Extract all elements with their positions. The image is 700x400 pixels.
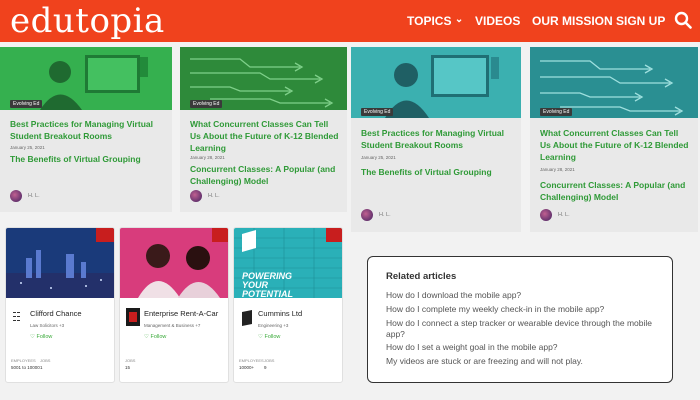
article-date: January 28, 2021: [540, 167, 575, 172]
company-card[interactable]: POWERING YOUR POTENTIAL Cummins Ltd Engi…: [233, 227, 343, 383]
related-article-link[interactable]: How do I complete my weekly check-in in …: [386, 304, 666, 315]
company-banner: [6, 228, 114, 298]
company-card[interactable]: Clifford Chance Law Solicitors +3 ♡ Foll…: [5, 227, 115, 383]
article-card[interactable]: Evolving Ed What Concurrent Classes Can …: [180, 47, 347, 212]
company-industry: Management & Business +7: [144, 323, 201, 328]
nav-videos[interactable]: VIDEOS: [475, 0, 520, 42]
related-articles-panel: Related articles How do I download the m…: [367, 256, 673, 383]
author-name: H. L.: [28, 193, 40, 199]
related-article-link[interactable]: How do I download the mobile app?: [386, 290, 666, 301]
follow-button[interactable]: ♡ Follow: [258, 334, 280, 340]
meta-label: JOBS: [40, 358, 51, 363]
article-title[interactable]: Best Practices for Managing Virtual Stud…: [10, 118, 165, 142]
nav-our-mission[interactable]: OUR MISSION: [532, 0, 613, 42]
avatar: [190, 190, 202, 202]
category-badge: Evolving Ed: [10, 100, 43, 108]
company-logo: [13, 312, 20, 321]
follow-label: Follow: [36, 334, 53, 340]
nav-topics-label: TOPICS: [407, 14, 452, 28]
meta-label: EMPLOYEES: [239, 358, 264, 363]
edutopia-logo[interactable]: edutopia: [10, 0, 165, 42]
job-count: 9: [264, 365, 267, 370]
article-title[interactable]: What Concurrent Classes Can Tell Us Abou…: [540, 127, 690, 163]
meta-label: JOBS: [125, 358, 136, 363]
nav-sign-up[interactable]: SIGN UP: [616, 0, 665, 42]
article-subtitle[interactable]: Concurrent Classes: A Popular (and Chall…: [190, 163, 340, 187]
avatar: [10, 190, 22, 202]
company-name[interactable]: Cummins Ltd: [258, 309, 302, 318]
company-industry: Law Solicitors +3: [30, 323, 65, 328]
company-logo: [126, 308, 140, 326]
job-count: 1: [40, 365, 43, 370]
category-badge: Evolving Ed: [540, 108, 573, 116]
article-card[interactable]: Evolving Ed Best Practices for Managing …: [351, 47, 521, 232]
company-card[interactable]: Enterprise Rent-A-Car Management & Busin…: [119, 227, 229, 383]
job-count: 15: [125, 365, 131, 370]
category-badge: Evolving Ed: [190, 100, 223, 108]
article-title[interactable]: What Concurrent Classes Can Tell Us Abou…: [190, 118, 340, 154]
author-name: H. L.: [558, 212, 570, 218]
follow-label: Follow: [150, 334, 167, 340]
nav-topics[interactable]: TOPICS ⌄: [407, 0, 463, 42]
avatar: [540, 209, 552, 221]
chevron-down-icon: ⌄: [454, 14, 464, 25]
company-logo: [242, 310, 252, 326]
search-icon[interactable]: [674, 11, 692, 29]
employee-count: 10000+: [239, 365, 255, 370]
article-subtitle[interactable]: The Benefits of Virtual Grouping: [10, 153, 165, 165]
article-date: January 28, 2021: [190, 155, 225, 160]
avatar: [361, 209, 373, 221]
article-date: January 25, 2021: [361, 155, 396, 160]
related-article-link[interactable]: How do I set a weight goal in the mobile…: [386, 342, 666, 353]
article-date: January 25, 2021: [10, 145, 45, 150]
follow-button[interactable]: ♡ Follow: [30, 334, 52, 340]
employee-count: 5001 to 10000: [11, 365, 40, 370]
company-banner: [120, 228, 228, 298]
article-title[interactable]: Best Practices for Managing Virtual Stud…: [361, 127, 516, 151]
meta-label: EMPLOYEES: [11, 358, 36, 363]
article-subtitle[interactable]: Concurrent Classes: A Popular (and Chall…: [540, 179, 690, 203]
related-articles-title: Related articles: [386, 271, 457, 282]
meta-label: JOBS: [264, 358, 275, 363]
company-name[interactable]: Clifford Chance: [30, 309, 82, 318]
top-navigation-bar: edutopia TOPICS ⌄ VIDEOS OUR MISSION SIG…: [0, 0, 700, 42]
follow-button[interactable]: ♡ Follow: [144, 334, 166, 340]
article-card[interactable]: Evolving Ed Best Practices for Managing …: [0, 47, 172, 212]
related-article-link[interactable]: How do I connect a step tracker or weara…: [386, 318, 666, 340]
banner-text: POWERING YOUR POTENTIAL: [242, 271, 293, 299]
company-industry: Engineering +3: [258, 323, 289, 328]
category-badge: Evolving Ed: [361, 108, 394, 116]
company-name[interactable]: Enterprise Rent-A-Car: [144, 309, 218, 318]
article-card[interactable]: Evolving Ed What Concurrent Classes Can …: [530, 47, 698, 232]
article-subtitle[interactable]: The Benefits of Virtual Grouping: [361, 166, 516, 178]
author-name: H. L.: [208, 193, 220, 199]
author-name: H. L.: [379, 212, 391, 218]
follow-label: Follow: [264, 334, 281, 340]
related-article-link[interactable]: My videos are stuck or are freezing and …: [386, 356, 666, 367]
